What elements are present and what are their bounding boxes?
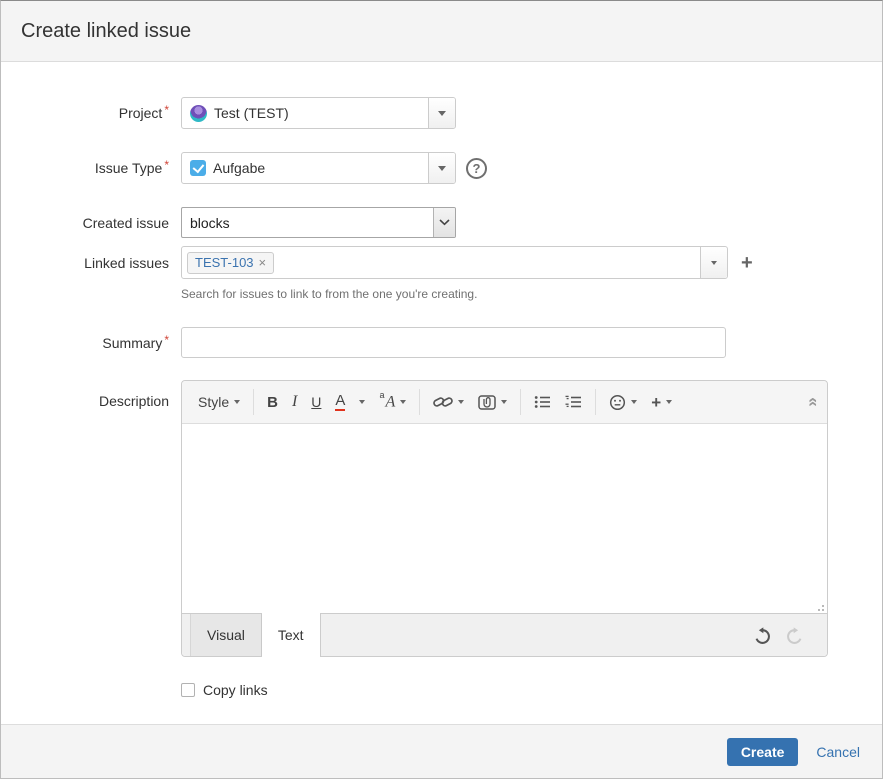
project-selected-value[interactable]: Test (TEST) [182, 98, 428, 128]
required-marker: * [164, 103, 169, 117]
create-linked-issue-dialog: Create linked issue Project * Test (TEST)… [0, 0, 883, 779]
plus-icon: + [651, 392, 662, 412]
issue-type-value-text: Aufgabe [213, 160, 266, 176]
create-button[interactable]: Create [726, 737, 799, 766]
text-color-dropdown-button[interactable] [352, 387, 372, 417]
link-type-select[interactable]: blocks [181, 207, 456, 238]
resize-grip-icon[interactable] [815, 602, 824, 611]
issue-type-dropdown-button[interactable] [428, 153, 455, 183]
attachment-dropdown-button[interactable] [471, 387, 514, 417]
linked-issues-input[interactable] [280, 252, 693, 273]
emoji-icon [610, 394, 626, 410]
description-row: Description Style B I U A aA + « Visual … [1, 380, 882, 657]
project-dropdown-button[interactable] [428, 98, 455, 128]
undo-redo-group [754, 614, 827, 656]
italic-button[interactable]: I [285, 387, 304, 417]
linked-issues-dropdown-button[interactable] [700, 247, 727, 278]
created-issue-label: Created issue [82, 214, 169, 231]
copy-links-label: Copy links [203, 682, 268, 698]
link-type-select-button[interactable] [433, 208, 455, 237]
toolbar-divider [419, 389, 421, 415]
chevron-down-icon [666, 400, 673, 404]
undo-button[interactable] [754, 626, 771, 644]
description-label: Description [98, 393, 169, 409]
summary-label: Summary * [102, 332, 169, 351]
description-editor: Style B I U A aA + « Visual Text [181, 380, 828, 657]
editor-toolbar: Style B I U A aA + « [182, 381, 827, 424]
collapse-toolbar-icon[interactable]: « [803, 397, 823, 406]
bullet-list-icon [535, 396, 551, 408]
copy-links-row: Copy links [181, 682, 882, 698]
tab-text[interactable]: Text [261, 613, 321, 657]
linked-issue-tag-text: TEST-103 [195, 255, 254, 270]
toolbar-divider [253, 389, 255, 415]
chevron-down-icon [400, 400, 407, 404]
link-icon [433, 397, 454, 407]
dialog-body: Project * Test (TEST) Issue Type * Aufgabe [1, 62, 882, 724]
remove-tag-icon[interactable]: × [259, 255, 267, 270]
numbered-list-button[interactable] [558, 387, 589, 417]
dialog-title: Create linked issue [21, 19, 192, 42]
summary-row: Summary * [1, 327, 882, 358]
attachment-icon [478, 394, 496, 410]
chevron-down-icon [711, 260, 717, 265]
project-avatar-icon [190, 104, 207, 122]
dialog-footer: Create Cancel [1, 724, 882, 778]
bold-button[interactable]: B [260, 387, 285, 417]
issue-type-row: Issue Type * Aufgabe ? [1, 152, 882, 184]
link-type-selected-value: blocks [190, 214, 230, 231]
numbered-list-icon [565, 395, 582, 408]
project-row: Project * Test (TEST) [1, 97, 882, 129]
created-issue-row: Created issue blocks [1, 207, 882, 238]
copy-links-checkbox[interactable] [181, 683, 195, 697]
undo-icon [755, 626, 770, 644]
chevron-down-icon [631, 400, 638, 404]
issue-type-help-icon[interactable]: ? [466, 157, 487, 179]
font-style-dropdown-button[interactable]: aA [372, 387, 413, 417]
tab-visual[interactable]: Visual [190, 614, 262, 656]
chevron-down-icon [501, 400, 508, 404]
linked-issues-field[interactable]: TEST-103 × [181, 246, 728, 279]
underline-button[interactable]: U [304, 387, 328, 417]
project-label: Project * [118, 103, 169, 121]
chevron-down-icon [458, 400, 465, 404]
summary-input[interactable] [181, 327, 726, 358]
task-type-icon [190, 160, 206, 176]
chevron-down-icon [439, 219, 450, 226]
add-linked-issue-button[interactable]: + [741, 253, 753, 273]
issue-type-select[interactable]: Aufgabe [181, 152, 456, 184]
description-textarea[interactable] [182, 424, 827, 613]
insert-more-dropdown-button[interactable]: + [644, 387, 679, 417]
issue-type-selected-value[interactable]: Aufgabe [182, 153, 428, 183]
linked-issues-row: Linked issues TEST-103 × + [1, 246, 882, 279]
issue-type-label: Issue Type * [94, 158, 169, 176]
bullet-list-button[interactable] [527, 387, 558, 417]
project-select[interactable]: Test (TEST) [181, 97, 456, 129]
editor-mode-bar: Visual Text [182, 613, 827, 657]
linked-issues-help-text: Search for issues to link to from the on… [181, 287, 478, 301]
chevron-down-icon [359, 400, 366, 404]
required-marker: * [164, 332, 169, 347]
required-marker: * [164, 158, 169, 172]
linked-issue-tag: TEST-103 × [187, 251, 275, 274]
redo-icon [787, 626, 802, 644]
chevron-down-icon [438, 110, 446, 116]
emoji-dropdown-button[interactable] [602, 387, 644, 417]
toolbar-divider [520, 389, 522, 415]
style-menu-button[interactable]: Style [191, 387, 247, 417]
cancel-link[interactable]: Cancel [816, 744, 860, 760]
project-value-text: Test (TEST) [214, 105, 289, 121]
chevron-down-icon [438, 165, 446, 171]
linked-issues-label: Linked issues [84, 254, 169, 271]
redo-button[interactable] [786, 626, 803, 644]
toolbar-divider [595, 389, 597, 415]
link-dropdown-button[interactable] [426, 387, 471, 417]
chevron-down-icon [234, 400, 241, 404]
dialog-header: Create linked issue [1, 1, 882, 62]
text-color-button[interactable]: A [328, 387, 352, 417]
